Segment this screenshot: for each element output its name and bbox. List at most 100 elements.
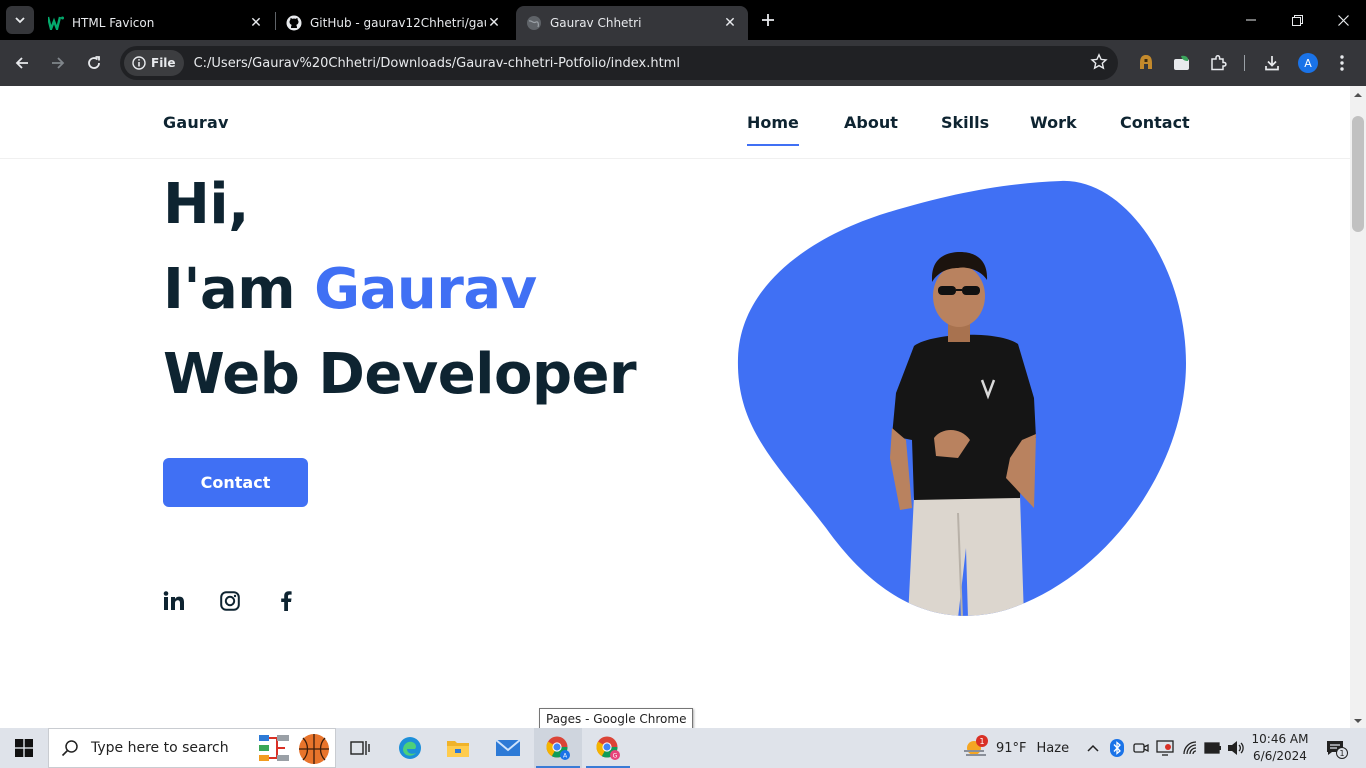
battery-tray-icon[interactable] (1203, 738, 1223, 758)
avatar-initial: A (1304, 56, 1312, 70)
kebab-menu-icon (1340, 55, 1344, 71)
meet-now-tray-icon[interactable] (1131, 738, 1151, 758)
minimize-icon (1246, 19, 1256, 21)
close-icon[interactable]: ✕ (722, 15, 738, 31)
hero-intro-prefix: I'am (163, 257, 315, 322)
tab-github[interactable]: GitHub - gaurav12Chhetri/gaura ✕ (276, 6, 512, 40)
browser-toolbar: File C:/Users/Gaurav%20Chhetri/Downloads… (0, 40, 1366, 86)
close-icon[interactable]: ✕ (248, 15, 264, 31)
page-viewport: Gaurav Home About Skills Work Contact Hi… (0, 86, 1350, 728)
info-icon (132, 56, 146, 70)
volume-tray-icon[interactable] (1226, 738, 1246, 758)
url-text[interactable]: C:/Users/Gaurav%20Chhetri/Downloads/Gaur… (194, 56, 680, 71)
monitor-alert-icon (1156, 740, 1174, 756)
svg-text:G: G (613, 753, 618, 760)
puzzle-icon (1211, 54, 1227, 71)
tab-title: HTML Favicon (72, 16, 155, 30)
windows-logo-icon (15, 739, 33, 757)
site-info-chip[interactable]: File (124, 50, 184, 76)
arrow-right-icon (52, 57, 65, 69)
site-header: Gaurav Home About Skills Work Contact (0, 86, 1350, 159)
page-scrollbar[interactable] (1350, 86, 1366, 728)
search-highlight-illustration-icon (259, 734, 329, 764)
tab-search-button[interactable] (6, 6, 34, 34)
taskbar-search-box[interactable]: Type here to search (48, 728, 336, 768)
reload-button[interactable] (80, 49, 108, 77)
tab-gaurav-chhetri[interactable]: Gaurav Chhetri ✕ (516, 6, 748, 40)
profile-button[interactable]: A (1294, 49, 1322, 77)
weather-condition: Haze (1036, 740, 1070, 756)
screen-tray-icon[interactable] (1155, 738, 1175, 758)
site-logo[interactable]: Gaurav (163, 113, 229, 132)
weather-badge: 1 (976, 735, 988, 747)
helmet-extension-icon (1140, 55, 1152, 69)
edge-icon (399, 737, 421, 759)
chrome-icon: G (596, 736, 620, 760)
taskbar-clock[interactable]: 10:46 AM 6/6/2024 (1248, 731, 1312, 765)
close-window-button[interactable] (1320, 0, 1366, 40)
taskbar-chrome-profile-g[interactable]: G (584, 728, 632, 768)
notification-center-button[interactable]: 1 (1325, 738, 1348, 759)
show-hidden-icons-button[interactable] (1083, 738, 1103, 758)
search-icon (61, 740, 78, 757)
instagram-icon[interactable] (218, 589, 242, 613)
forward-button[interactable] (44, 49, 72, 77)
tab-title: GitHub - gaurav12Chhetri/gaura (310, 16, 486, 30)
clock-time: 10:46 AM (1251, 732, 1309, 746)
battery-plug-icon (1204, 742, 1221, 754)
weather-widget[interactable]: 1 91°F Haze (962, 728, 1069, 768)
facebook-icon[interactable] (274, 589, 298, 613)
plus-icon (762, 14, 774, 26)
nav-home[interactable]: Home (747, 113, 799, 146)
minimize-button[interactable] (1228, 0, 1274, 40)
bookmark-button[interactable] (1090, 53, 1108, 75)
bluetooth-tray-icon[interactable] (1107, 738, 1127, 758)
chevron-down-icon (15, 17, 25, 24)
downloads-button[interactable] (1258, 49, 1286, 77)
taskbar-chrome-profile-a[interactable]: A (534, 728, 582, 768)
linkedin-icon[interactable] (162, 589, 186, 613)
scroll-up-arrow-icon[interactable] (1350, 88, 1366, 102)
task-view-button[interactable] (336, 728, 384, 768)
extensions-menu-button[interactable] (1204, 49, 1232, 77)
w3-favicon-icon (48, 15, 64, 31)
scroll-down-arrow-icon[interactable] (1350, 714, 1366, 728)
taskbar-edge[interactable] (386, 728, 434, 768)
hero-image-blob (736, 178, 1188, 618)
nav-work[interactable]: Work (1030, 113, 1077, 132)
close-icon[interactable]: ✕ (486, 15, 502, 31)
taskbar-tooltip: Pages - Google Chrome (539, 708, 694, 729)
windows-taskbar: Type here to search A G 1 91°F Haze 10:4… (0, 728, 1366, 768)
nav-contact[interactable]: Contact (1120, 113, 1190, 132)
tab-title: Gaurav Chhetri (550, 16, 642, 30)
browser-menu-button[interactable] (1328, 49, 1356, 77)
nav-skills[interactable]: Skills (941, 113, 989, 132)
hero-name: Gaurav (314, 257, 537, 322)
tab-html-favicon[interactable]: HTML Favicon ✕ (38, 6, 274, 40)
nav-about[interactable]: About (844, 113, 898, 132)
extension-button[interactable] (1132, 49, 1160, 77)
avatar: A (1298, 53, 1318, 73)
bluetooth-icon (1110, 739, 1124, 757)
hero-intro: I'am Gaurav (163, 257, 537, 322)
chevron-up-icon (1087, 744, 1099, 752)
restore-button[interactable] (1274, 0, 1320, 40)
github-icon (286, 15, 302, 31)
network-tray-icon[interactable] (1180, 738, 1200, 758)
start-button[interactable] (0, 728, 48, 768)
extension-button[interactable] (1168, 49, 1196, 77)
wifi-icon (1183, 741, 1197, 755)
contact-button[interactable]: Contact (163, 458, 308, 507)
new-tab-button[interactable] (754, 6, 782, 34)
notification-count: 1 (1336, 747, 1348, 759)
taskbar-mail[interactable] (484, 728, 532, 768)
camera-icon (1133, 743, 1149, 753)
chrome-icon: A (546, 736, 570, 760)
mail-icon (495, 739, 521, 756)
taskbar-file-explorer[interactable] (434, 728, 482, 768)
scroll-thumb[interactable] (1352, 116, 1364, 232)
address-bar[interactable]: File C:/Users/Gaurav%20Chhetri/Downloads… (120, 46, 1118, 80)
back-button[interactable] (8, 49, 36, 77)
toolbar-divider (1244, 55, 1245, 71)
restore-icon (1291, 14, 1303, 26)
